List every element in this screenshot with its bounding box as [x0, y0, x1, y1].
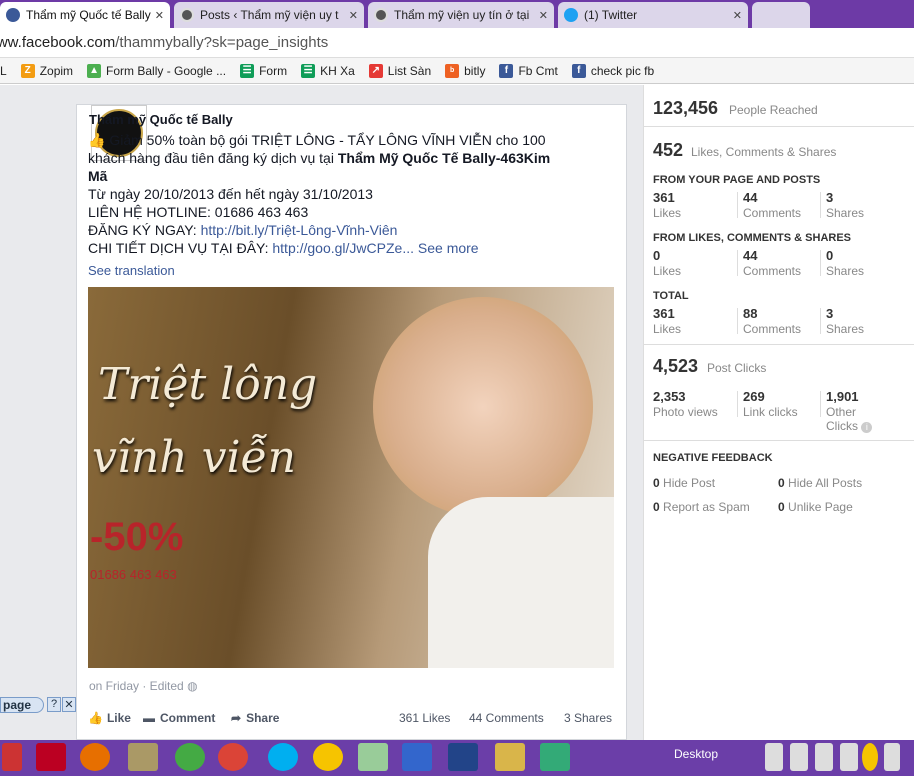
skype-icon[interactable] [268, 743, 298, 771]
tray-icon[interactable] [862, 743, 878, 771]
hide-post-stat: 0 Hide Post [653, 476, 716, 490]
shares-count[interactable]: 3 Shares [564, 711, 612, 725]
post-text-line: CHI TIẾT DỊCH VỤ TẠI ĐÂY: http://goo.gl/… [88, 240, 479, 256]
post-timestamp[interactable]: on Friday · Edited ◍ [89, 679, 198, 693]
messenger-icon[interactable] [402, 743, 432, 771]
app-icon[interactable] [175, 743, 205, 771]
page-name-link[interactable]: Thẩm mỹ Quốc tế Bally [89, 112, 233, 127]
wordpress-icon [374, 8, 388, 22]
post-text-line: ĐĂNG KÝ NGAY: http://bit.ly/Triệt-Lông-V… [88, 222, 398, 238]
unlike-stat: 0 Unlike Page [778, 500, 853, 514]
tab-posts[interactable]: Posts ‹ Thẩm mỹ viện uy t ✕ [174, 2, 364, 28]
lcs-label: Likes, Comments & Shares [691, 145, 837, 159]
post-text-line: 👍 Giảm 50% toàn bộ gói TRIỆT LÔNG - TẨY … [88, 132, 546, 148]
folder-icon[interactable] [495, 743, 525, 771]
thumbs-up-icon: 👍 [88, 132, 106, 148]
post-text-line: Từ ngày 20/10/2013 đến hết ngày 31/10/20… [88, 186, 373, 202]
facebook-icon [6, 8, 20, 22]
close-icon[interactable]: ✕ [155, 9, 164, 22]
comment-icon: ▬ [143, 711, 155, 725]
start-button[interactable] [2, 743, 22, 771]
bookmark-form-bally[interactable]: ▲ Form Bally - Google ... [87, 63, 226, 78]
tray-icon[interactable] [790, 743, 808, 771]
section-heading: FROM LIKES, COMMENTS & SHARES [653, 232, 852, 244]
desktop-toolbar[interactable]: Desktop [674, 747, 718, 761]
see-translation-link[interactable]: See translation [88, 262, 175, 280]
register-link[interactable]: http://bit.ly/Triệt-Lông-Vĩnh-Viên [201, 222, 398, 238]
thumbs-up-icon: 👍 [88, 711, 103, 725]
bookmark-kh-xa[interactable]: ☰ KH Xa [301, 63, 355, 78]
post-text-line: Mã [88, 168, 108, 184]
detail-link[interactable]: http://goo.gl/JwCPZe... [272, 240, 414, 256]
emoticon-icon[interactable] [313, 743, 343, 771]
bookmark-form[interactable]: ☰ Form [240, 63, 287, 78]
wordpress-icon [180, 8, 194, 22]
chart-icon: ↗ [368, 63, 383, 78]
tab-bar: Thẩm mỹ Quốc tế Bally ✕ Posts ‹ Thẩm mỹ … [0, 0, 914, 28]
facebook-icon: f [499, 63, 514, 78]
comments-count[interactable]: 44 Comments [469, 711, 544, 725]
tab-tham-my-bally[interactable]: Thẩm mỹ Quốc tế Bally ✕ [0, 2, 170, 28]
share-button[interactable]: ➦ Share [231, 711, 279, 725]
post-clicks-label: Post Clicks [707, 361, 767, 375]
app-icon[interactable] [448, 743, 478, 771]
sheets-icon: ☰ [301, 63, 316, 78]
section-heading: TOTAL [653, 290, 689, 302]
address-bar[interactable]: www.facebook.com/thammybally?sk=page_ins… [0, 28, 914, 58]
see-more-link[interactable]: See more [418, 240, 479, 256]
share-icon: ➦ [231, 711, 242, 725]
filezilla-icon[interactable] [36, 743, 66, 771]
close-icon[interactable]: ✕ [539, 9, 548, 22]
post-text-line: khách hàng đầu tiên đăng ký dịch vụ tại … [88, 150, 551, 166]
tray-icon[interactable] [884, 743, 900, 771]
reached-number: 123,456 [653, 98, 719, 118]
sheets-icon: ☰ [240, 63, 255, 78]
google-drive-icon: ▲ [87, 63, 102, 78]
negative-feedback-heading: NEGATIVE FEEDBACK [653, 452, 773, 464]
tray-icon[interactable] [840, 743, 858, 771]
post-text-line: LIÊN HỆ HOTLINE: 01686 463 463 [88, 204, 309, 220]
tab-tham-my-vien[interactable]: Thẩm mỹ viện uy tín ở tại ✕ [368, 2, 554, 28]
model-photo [373, 297, 593, 517]
chrome-icon[interactable] [218, 743, 248, 771]
bookmark-check-pic[interactable]: f check pic fb [571, 63, 654, 78]
reached-label: People Reached [729, 103, 818, 117]
bookmarks-bar: L Z Zopim ▲ Form Bally - Google ... ☰ Form … [0, 58, 914, 84]
info-icon[interactable]: i [861, 422, 873, 433]
post-image[interactable]: Triệt lông vĩnh viễn -50% 01686 463 463 [88, 287, 614, 668]
bookmark-l[interactable]: L [0, 64, 7, 78]
likes-count[interactable]: 361 Likes [399, 711, 450, 725]
facebook-icon: f [571, 63, 586, 78]
help-icon[interactable]: ? [47, 697, 61, 712]
page-help-box[interactable]: page ? ✕ [0, 697, 76, 713]
bitly-icon: b [445, 63, 460, 78]
taskbar: Desktop [0, 740, 914, 776]
close-icon[interactable]: ✕ [62, 697, 76, 712]
new-tab-button[interactable] [752, 2, 810, 28]
app-icon[interactable] [128, 743, 158, 771]
firefox-icon[interactable] [80, 743, 110, 771]
bookmark-fb-cmt[interactable]: f Fb Cmt [499, 63, 558, 78]
zopim-icon: Z [20, 63, 35, 78]
like-button[interactable]: 👍 Like [88, 711, 131, 725]
bookmark-list-san[interactable]: ↗ List Sàn [368, 63, 431, 78]
bookmark-bitly[interactable]: b bitly [445, 63, 485, 78]
tray-icon[interactable] [765, 743, 783, 771]
twitter-icon [564, 8, 578, 22]
tab-twitter[interactable]: (1) Twitter ✕ [558, 2, 748, 28]
close-icon[interactable]: ✕ [733, 9, 742, 22]
spam-stat: 0 Report as Spam [653, 500, 750, 514]
post-clicks-number: 4,523 [653, 356, 699, 376]
globe-icon: ◍ [187, 679, 198, 693]
bookmark-zopim[interactable]: Z Zopim [20, 63, 73, 78]
tray-icon[interactable] [815, 743, 833, 771]
notepad-icon[interactable] [358, 743, 388, 771]
hide-all-stat: 0 Hide All Posts [778, 476, 863, 490]
section-heading: FROM YOUR PAGE AND POSTS [653, 174, 821, 186]
close-icon[interactable]: ✕ [349, 9, 358, 22]
app-icon[interactable] [540, 743, 570, 771]
comment-button[interactable]: ▬ Comment [143, 711, 215, 725]
lcs-number: 452 [653, 140, 684, 160]
